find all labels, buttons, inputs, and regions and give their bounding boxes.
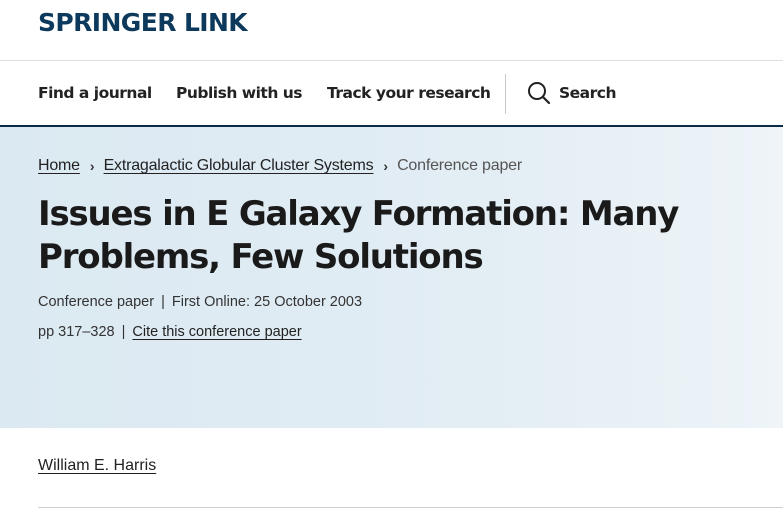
breadcrumb-home[interactable]: Home: [38, 157, 80, 174]
springer-link-logo[interactable]: SPRINGER LINK: [38, 8, 248, 38]
logo-bar: SPRINGER LINK: [0, 0, 783, 61]
main-nav: Find a journal Publish with us Track you…: [0, 61, 783, 127]
meta-divider: |: [121, 324, 126, 340]
chevron-right-icon: ›: [89, 158, 95, 174]
nav-track-research[interactable]: Track your research: [327, 61, 491, 125]
breadcrumb-book[interactable]: Extragalactic Globular Cluster Systems: [104, 157, 374, 174]
breadcrumb-current: Conference paper: [397, 157, 522, 174]
page-range: pp 317–328: [38, 324, 115, 340]
search-label: Search: [559, 84, 617, 102]
section-divider: [38, 507, 783, 508]
page-title: Issues in E Galaxy Formation: Many Probl…: [38, 194, 679, 277]
nav-find-journal[interactable]: Find a journal: [38, 61, 152, 125]
cite-link[interactable]: Cite this conference paper: [132, 324, 301, 340]
first-online-date: First Online: 25 October 2003: [171, 294, 363, 310]
article-meta: Conference paper | First Online: 25 Octobe…: [38, 294, 362, 310]
article-pages-row: pp 317–328 | Cite this conference paper: [38, 324, 302, 340]
article-type: Conference paper: [38, 294, 155, 310]
breadcrumb: Home › Extragalactic Globular Cluster Syst…: [38, 155, 522, 177]
search-icon: [528, 82, 551, 105]
nav-divider: [505, 74, 506, 114]
author-link[interactable]: William E. Harris: [38, 457, 156, 475]
chevron-right-icon: ›: [383, 158, 389, 174]
nav-publish-with-us[interactable]: Publish with us: [176, 61, 303, 125]
article-header: Home › Extragalactic Globular Cluster Syst…: [0, 127, 783, 428]
meta-divider: |: [161, 294, 165, 310]
